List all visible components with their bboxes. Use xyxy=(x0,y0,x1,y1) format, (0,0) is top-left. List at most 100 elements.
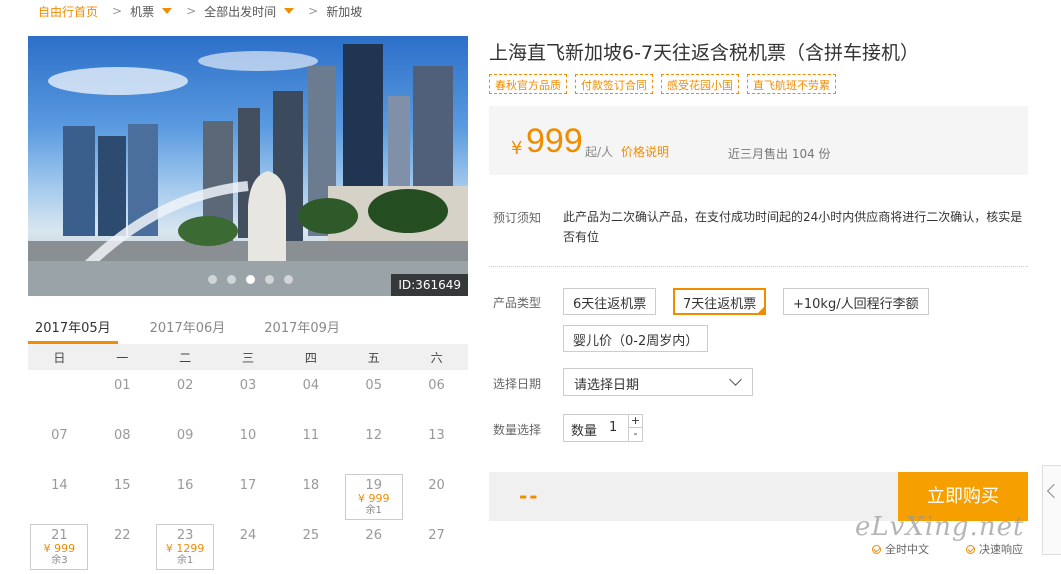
calendar-weekday-header: 日 一 二 三 四 五 六 xyxy=(28,344,468,370)
weekday-label: 四 xyxy=(304,350,317,365)
chevron-down-icon[interactable] xyxy=(162,8,173,14)
calendar-grid: 01 02 03 04 05 06 07 08 09 10 11 12 13 14 15 16 17 18 19 ¥ … xyxy=(28,370,468,570)
calendar-day-box: 06 xyxy=(408,378,466,424)
booking-notice-text: 此产品为二次确认产品，在支付成功时间起的24小时内供应商将进行二次确认，核实是否… xyxy=(563,210,1023,244)
calendar-day-number: 14 xyxy=(51,478,68,493)
weekday-label: 三 xyxy=(241,350,254,365)
breadcrumb-separator: > xyxy=(308,4,319,18)
calendar-day: 07 xyxy=(28,420,91,470)
arrow-up-icon xyxy=(1046,483,1061,499)
calendar-day-number: 12 xyxy=(365,428,382,443)
calendar-day-number: 27 xyxy=(428,528,445,543)
calendar-day-number: 09 xyxy=(176,428,194,443)
currency-symbol: ¥ xyxy=(511,138,523,159)
calendar-day-number: 23 xyxy=(176,528,194,543)
calendar-day-number: 04 xyxy=(302,378,320,393)
decrement-button[interactable]: - xyxy=(628,428,642,441)
calendar-day-number: 13 xyxy=(428,428,445,443)
carousel-dot[interactable] xyxy=(284,275,293,284)
calendar-day-box[interactable]: 21 ¥ 999 余3 xyxy=(30,524,89,570)
price-explanation-link[interactable]: 价格说明 xyxy=(621,143,669,160)
breadcrumb-home-link[interactable]: 自由行首页 xyxy=(38,3,98,20)
quantity-value[interactable]: 1 xyxy=(609,420,617,435)
breadcrumb-item-flights[interactable]: 机票 xyxy=(130,3,154,20)
calendar-day-box: 18 xyxy=(282,478,340,524)
calendar-day-available[interactable]: 21 ¥ 999 余3 xyxy=(28,520,91,570)
calendar-day: 27 xyxy=(405,520,468,570)
calendar-day-box: 12 xyxy=(345,428,403,474)
calendar-day: 20 xyxy=(405,470,468,520)
price-box: ¥ 999 起/人 价格说明 近三月售出 104 份 xyxy=(489,106,1028,175)
calendar-day-number: 10 xyxy=(239,428,257,443)
calendar-day-number: 17 xyxy=(239,478,257,493)
divider xyxy=(489,266,1028,267)
calendar-day-box: 15 xyxy=(93,478,151,524)
calendar-day-number: 20 xyxy=(428,478,445,493)
breadcrumb-item-departure-time[interactable]: 全部出发时间 xyxy=(204,3,276,20)
calendar-day-box: 24 xyxy=(219,528,277,574)
calendar-day: 24 xyxy=(217,520,280,570)
calendar-day: 05 xyxy=(342,370,405,420)
total-price: -- xyxy=(519,484,540,508)
calendar-day: 06 xyxy=(405,370,468,420)
calendar-day-box[interactable]: 23 ¥ 1299 余1 xyxy=(156,524,215,570)
calendar-day-box: 13 xyxy=(408,428,466,474)
tab-month-3[interactable]: 2017年09月 xyxy=(257,312,347,344)
calendar-day-number: 07 xyxy=(51,428,68,443)
calendar-day-number: 18 xyxy=(302,478,320,493)
option-7-day-ticket[interactable]: 7天往返机票 xyxy=(673,288,767,315)
weekday-label: 一 xyxy=(116,350,129,365)
calendar-day: 14 xyxy=(28,470,91,520)
chevron-down-icon[interactable] xyxy=(284,8,295,14)
calendar-day-box: 22 xyxy=(93,528,151,574)
weekday-label: 六 xyxy=(430,350,443,365)
calendar-day-box: 08 xyxy=(93,428,151,474)
calendar: 日 一 二 三 四 五 六 01 02 03 04 05 06 07 08 09 10 11 12 13… xyxy=(28,344,468,570)
calendar-day-box[interactable]: 19 ¥ 999 余1 xyxy=(344,474,403,520)
calendar-day: 08 xyxy=(91,420,154,470)
calendar-day-number: 15 xyxy=(113,478,131,493)
carousel-dot[interactable] xyxy=(265,275,274,284)
date-select[interactable]: 请选择日期 xyxy=(563,368,753,396)
calendar-day-box: 20 xyxy=(408,478,466,524)
calendar-day-number: 16 xyxy=(176,478,194,493)
calendar-day: 02 xyxy=(154,370,217,420)
option-6-day-ticket[interactable]: 6天往返机票 xyxy=(563,288,657,315)
calendar-day: 09 xyxy=(154,420,217,470)
calendar-day: 01 xyxy=(91,370,154,420)
check-icon xyxy=(966,544,975,554)
quantity-inner-label: 数量 xyxy=(571,424,598,439)
option-infant-price[interactable]: 婴儿价（0-2周岁内） xyxy=(563,325,709,352)
carousel-dot-active[interactable] xyxy=(246,275,255,284)
calendar-day-box: 05 xyxy=(345,378,403,424)
calendar-day-number: 21 xyxy=(51,528,68,543)
calendar-day-price: ¥ 999 xyxy=(357,492,390,505)
calendar-day: 25 xyxy=(279,520,342,570)
calendar-day-remaining: 余1 xyxy=(176,555,194,566)
guarantee-item: 全时中文 xyxy=(872,541,929,557)
quantity-stepper: 数量 1 + - xyxy=(563,414,643,442)
product-photo[interactable]: ID:361649 xyxy=(28,36,468,296)
calendar-day-price: ¥ 999 xyxy=(43,542,76,555)
calendar-day-box: 01 xyxy=(93,378,151,424)
calendar-day: 12 xyxy=(342,420,405,470)
carousel-dots[interactable] xyxy=(208,275,293,284)
carousel-dot[interactable] xyxy=(227,275,236,284)
breadcrumb-item-singapore[interactable]: 新加坡 xyxy=(326,3,362,20)
calendar-day xyxy=(28,370,91,420)
calendar-day-box: 07 xyxy=(30,428,88,474)
option-extra-baggage[interactable]: +10kg/人回程行李额 xyxy=(783,288,929,315)
carousel-dot[interactable] xyxy=(208,275,217,284)
calendar-day-box: 25 xyxy=(282,528,340,574)
calendar-day-number: 05 xyxy=(365,378,382,393)
calendar-day-box xyxy=(30,378,88,424)
tab-month-1[interactable]: 2017年05月 xyxy=(28,312,118,344)
calendar-day-number: 03 xyxy=(239,378,257,393)
calendar-day-available[interactable]: 23 ¥ 1299 余1 xyxy=(154,520,217,570)
calendar-day-remaining: 余3 xyxy=(51,555,68,566)
calendar-day-box: 10 xyxy=(219,428,277,474)
calendar-day-box: 11 xyxy=(282,428,340,474)
calendar-day-available[interactable]: 19 ¥ 999 余1 xyxy=(342,470,405,520)
tab-month-2[interactable]: 2017年06月 xyxy=(143,312,233,344)
back-to-top-tab[interactable] xyxy=(1042,465,1061,555)
